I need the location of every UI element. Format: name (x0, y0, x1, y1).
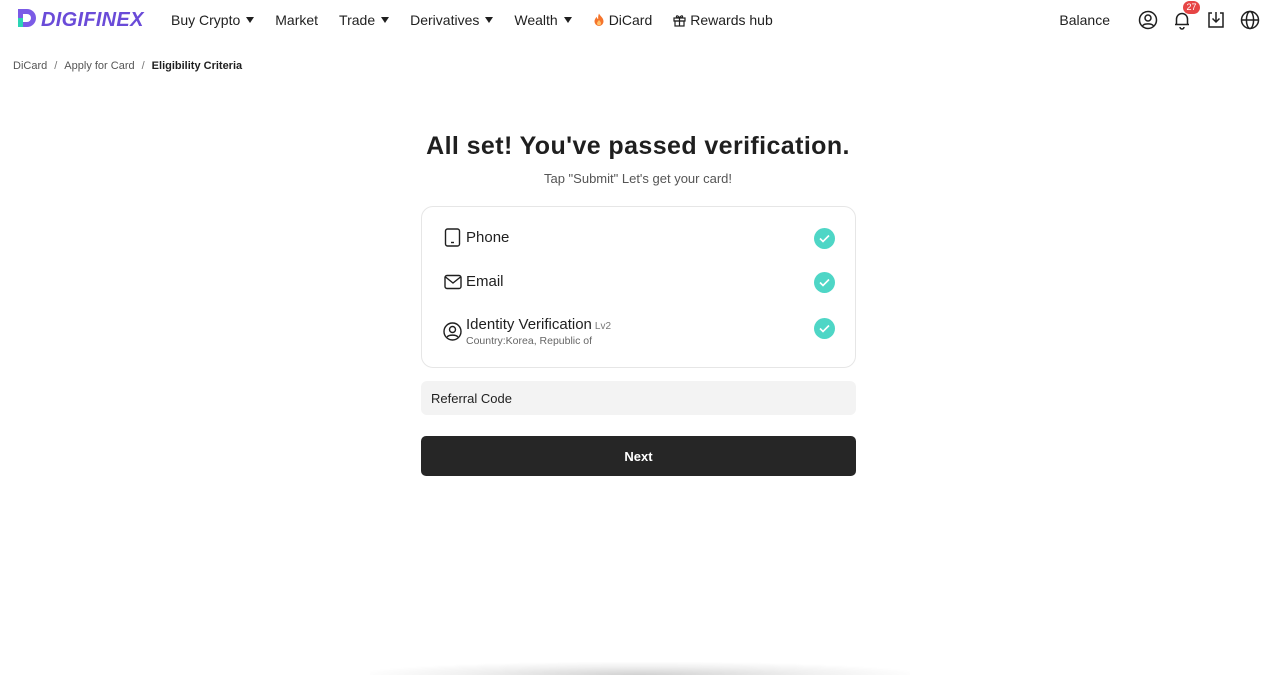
brand-name: DIGIFINEX (41, 8, 144, 31)
digifinex-logo-icon (16, 7, 38, 34)
main-menu: Buy Crypto Market Trade Derivatives Weal… (171, 0, 794, 40)
check-icon (814, 272, 835, 293)
bottom-shadow (370, 662, 910, 675)
nav-rewards-hub[interactable]: Rewards hub (673, 12, 773, 28)
next-button[interactable]: Next (421, 436, 856, 476)
breadcrumb-separator: / (141, 60, 145, 72)
user-circle-icon (443, 322, 462, 341)
fire-icon (593, 13, 605, 27)
nav-label: Derivatives (410, 12, 480, 28)
gift-icon (673, 14, 686, 27)
check-icon (814, 228, 835, 249)
nav-right-group: Balance 27 (1059, 0, 1260, 40)
envelope-icon (443, 272, 462, 291)
identity-text-block: Identity Verification Lv2 Country:Korea, … (466, 316, 611, 347)
verification-label: Identity Verification (466, 316, 592, 333)
verification-label: Email (466, 273, 504, 290)
globe-icon[interactable] (1240, 10, 1260, 30)
nav-label: Buy Crypto (171, 12, 241, 28)
breadcrumb: DiCard / Apply for Card / Eligibility Cr… (13, 60, 242, 72)
nav-label: Wealth (514, 12, 558, 28)
balance-link[interactable]: Balance (1059, 12, 1110, 28)
page-title: All set! You've passed verification. (426, 132, 850, 160)
notification-badge: 27 (1183, 1, 1200, 14)
check-icon (814, 318, 835, 339)
verification-row-identity: Identity Verification Lv2 Country:Korea, … (443, 316, 835, 347)
verification-row-phone: Phone (443, 228, 835, 249)
download-icon[interactable] (1206, 10, 1226, 30)
nav-label: Market (275, 12, 319, 28)
caret-down-icon (381, 17, 390, 23)
breadcrumb-dicard[interactable]: DiCard (13, 60, 47, 72)
caret-down-icon (246, 17, 255, 23)
nav-derivatives[interactable]: Derivatives (410, 12, 494, 28)
page-subtitle: Tap "Submit" Let's get your card! (543, 171, 733, 186)
nav-label: Rewards hub (690, 12, 773, 28)
verification-country: Country:Korea, Republic of (466, 335, 593, 347)
nav-market[interactable]: Market (275, 12, 318, 28)
nav-wealth[interactable]: Wealth (514, 12, 572, 28)
nav-dicard[interactable]: DiCard (593, 12, 653, 28)
verification-level: Lv2 (594, 321, 612, 332)
caret-down-icon (485, 17, 494, 23)
nav-label: DiCard (608, 12, 653, 28)
verification-row-email: Email (443, 272, 835, 293)
bell-icon[interactable]: 27 (1172, 1, 1200, 30)
phone-icon (443, 228, 462, 247)
nav-label: Trade (339, 12, 376, 28)
caret-down-icon (563, 17, 572, 23)
brand-logo[interactable]: DIGIFINEX (16, 8, 144, 32)
referral-code-input[interactable] (421, 381, 856, 415)
breadcrumb-eligibility-criteria: Eligibility Criteria (151, 60, 243, 72)
verification-label: Phone (466, 229, 510, 246)
breadcrumb-separator: / (54, 60, 58, 72)
breadcrumb-apply-for-card[interactable]: Apply for Card (64, 60, 134, 72)
nav-trade[interactable]: Trade (339, 12, 390, 28)
verification-status-card: Phone Email Identity Verification Lv2 Co… (421, 206, 856, 368)
user-icon[interactable] (1138, 10, 1158, 30)
nav-buy-crypto[interactable]: Buy Crypto (171, 12, 255, 28)
top-navbar: DIGIFINEX Buy Crypto Market Trade Deriva… (0, 0, 1280, 40)
